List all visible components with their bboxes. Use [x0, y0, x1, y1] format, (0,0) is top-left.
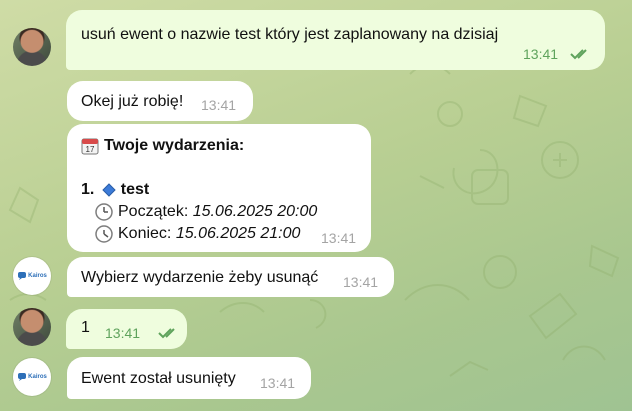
- clock-icon: [95, 203, 113, 221]
- message-bubble-incoming[interactable]: Ewent został usunięty 13:41: [67, 357, 311, 399]
- double-check-icon: [570, 49, 587, 60]
- chat-bubble-icon: [18, 373, 27, 381]
- message-bubble-outgoing[interactable]: 1 13:41: [66, 309, 187, 349]
- chat-bubble-icon: [18, 272, 27, 280]
- bot-logo: Kairos: [17, 271, 47, 281]
- calendar-icon: 17: [81, 138, 99, 155]
- double-check-icon: [158, 328, 175, 339]
- event-start-value: 15.06.2025 20:00: [192, 203, 318, 220]
- event-end-value: 15.06.2025 21:00: [175, 225, 301, 242]
- message-time: 13:41: [201, 97, 237, 113]
- bot-logo: Kairos: [17, 372, 47, 382]
- event-item-name: test: [120, 181, 150, 198]
- bot-avatar[interactable]: Kairos: [13, 257, 51, 295]
- message-bubble-outgoing[interactable]: usuń ewent o nazwie test który jest zapl…: [66, 10, 605, 70]
- message-time: 13:41: [321, 230, 357, 246]
- message-time: 13:41: [343, 274, 379, 290]
- message-bubble-incoming[interactable]: Wybierz wydarzenie żeby usunąć 13:41: [67, 257, 394, 297]
- svg-text:17: 17: [86, 145, 95, 154]
- bot-logo-text: Kairos: [28, 374, 47, 380]
- message-text: Okej już robię!: [81, 93, 184, 110]
- message-text: Ewent został usunięty: [81, 370, 236, 387]
- message-time: 13:41: [260, 375, 296, 391]
- user-avatar[interactable]: [13, 308, 51, 346]
- message-text: Wybierz wydarzenie żeby usunąć: [81, 269, 319, 286]
- event-list: 17 Twoje wydarzenia: 1. test Początek: 1…: [81, 135, 317, 245]
- bot-avatar[interactable]: Kairos: [13, 358, 51, 396]
- events-heading: Twoje wydarzenia:: [104, 137, 245, 154]
- clock-icon: [95, 225, 113, 243]
- message-bubble-incoming[interactable]: Okej już robię! 13:41: [67, 81, 253, 121]
- event-end-label: Koniec:: [118, 225, 172, 242]
- blue-diamond-icon: [102, 183, 116, 197]
- message-text: usuń ewent o nazwie test który jest zapl…: [81, 26, 499, 43]
- event-item-number: 1.: [81, 181, 95, 198]
- message-bubble-incoming[interactable]: 17 Twoje wydarzenia: 1. test Początek: 1…: [67, 124, 371, 252]
- event-start-label: Początek:: [118, 203, 189, 220]
- message-text: 1: [81, 319, 90, 336]
- bot-logo-text: Kairos: [28, 273, 47, 279]
- message-time: 13:41: [105, 325, 141, 341]
- message-time: 13:41: [523, 46, 559, 62]
- user-avatar[interactable]: [13, 28, 51, 66]
